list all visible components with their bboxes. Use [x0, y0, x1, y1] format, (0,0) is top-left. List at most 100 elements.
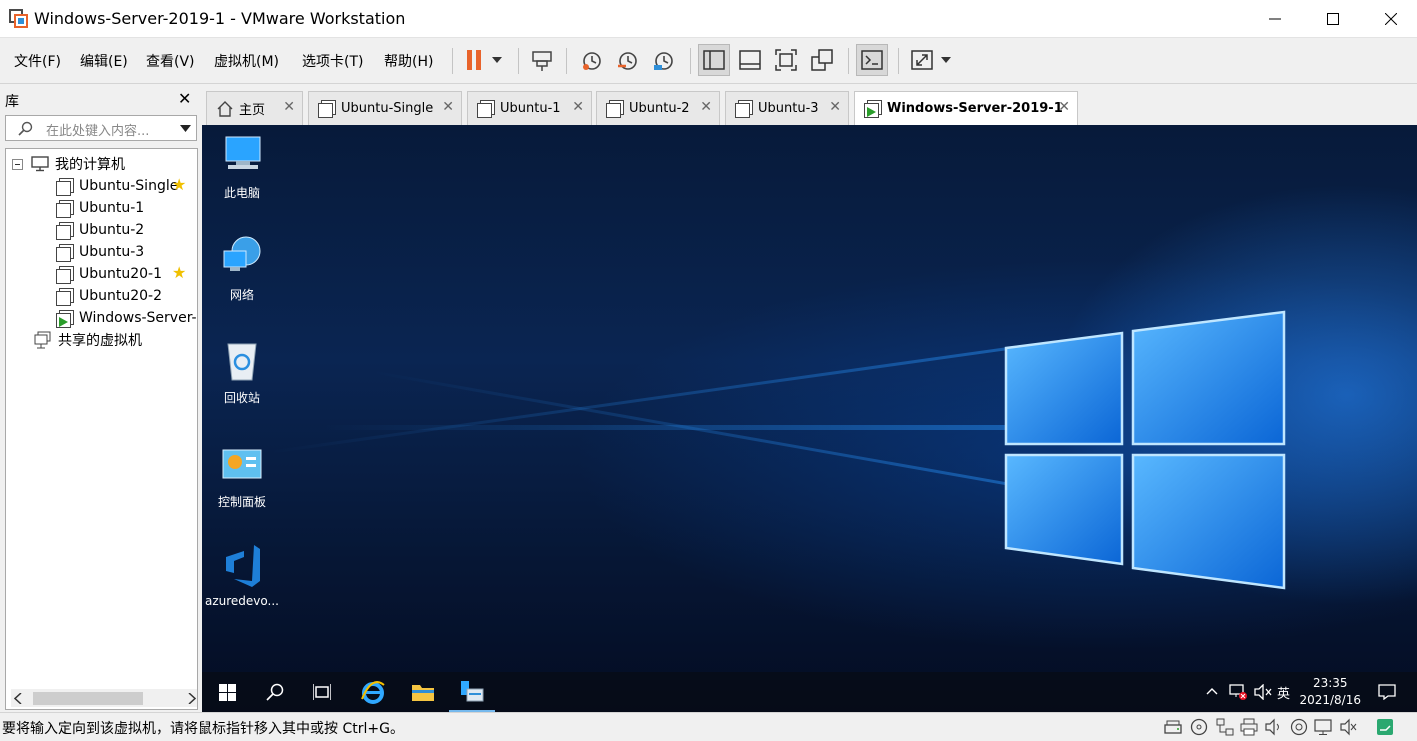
tree-root-label: 我的计算机 [55, 157, 125, 173]
internet-explorer-button[interactable] [350, 672, 396, 712]
vm-icon [477, 100, 495, 118]
notification-icon[interactable] [1378, 684, 1396, 700]
start-button[interactable] [204, 672, 250, 712]
task-view-button[interactable] [299, 672, 345, 712]
vm-console-screen[interactable]: 此电脑 网络 回收站 控制面板 azuredevo... 英 23:35 202… [202, 125, 1417, 712]
menu-help[interactable]: 帮助(H) [384, 51, 433, 71]
cd-dvd-icon[interactable] [1190, 718, 1208, 736]
power-dropdown-button[interactable] [485, 44, 509, 76]
tree-item-vm[interactable]: Ubuntu20-2 [56, 285, 162, 307]
search-button[interactable] [252, 672, 298, 712]
tab-close-icon[interactable]: ✕ [700, 99, 712, 115]
tree-item-vm[interactable]: Ubuntu20-1 [56, 263, 162, 285]
message-log-icon[interactable] [1376, 718, 1394, 736]
desktop-icon-this-pc[interactable]: 此电脑 [202, 133, 282, 201]
full-screen-button[interactable] [770, 44, 802, 76]
take-snapshot-button[interactable] [576, 44, 608, 76]
toolbar-separator [566, 48, 567, 74]
hard-disk-icon[interactable] [1164, 718, 1182, 736]
tab-vm[interactable]: Ubuntu-2 ✕ [596, 91, 720, 125]
tab-vm[interactable]: Ubuntu-1 ✕ [467, 91, 592, 125]
tab-close-icon[interactable]: ✕ [283, 99, 295, 115]
server-manager-button[interactable] [449, 672, 495, 712]
console-icon [861, 50, 883, 70]
recycle-bin-icon [227, 343, 257, 381]
menu-tabs[interactable]: 选项卡(T) [302, 51, 363, 71]
send-ctrl-alt-del-button[interactable] [526, 44, 558, 76]
scrollbar-thumb[interactable] [33, 692, 143, 705]
tree-item-my-computer[interactable]: 我的计算机 [12, 153, 125, 175]
menu-view[interactable]: 查看(V) [146, 51, 195, 71]
tree-item-vm[interactable]: Ubuntu-2 [56, 219, 144, 241]
menu-file[interactable]: 文件(F) [14, 51, 61, 71]
chevron-up-icon[interactable] [1206, 687, 1218, 695]
tab-close-icon[interactable]: ✕ [829, 99, 841, 115]
desktop-icon-network[interactable]: 网络 [202, 235, 282, 303]
tree-item-shared-vms[interactable]: 共享的虚拟机 [34, 329, 142, 351]
tree-item-vm-selected[interactable]: Windows-Server-2019-1 [56, 307, 197, 329]
network-disconnected-icon[interactable] [1229, 684, 1247, 700]
snapshot-revert-icon [618, 52, 637, 70]
shared-vms-icon [34, 331, 51, 349]
volume-muted-icon[interactable] [1254, 684, 1272, 700]
horizontal-scrollbar[interactable] [11, 689, 197, 707]
vm-icon [56, 287, 74, 306]
tab-label: 主页 [239, 103, 266, 118]
printer-icon[interactable] [1240, 718, 1258, 736]
menu-toolbar: 文件(F) 编辑(E) 查看(V) 虚拟机(M) 选项卡(T) 帮助(H) [0, 38, 1417, 84]
home-icon [217, 100, 233, 117]
audio-output-icon[interactable] [1340, 718, 1358, 736]
tree-item-vm[interactable]: Ubuntu-Single [56, 175, 178, 197]
tab-label: Ubuntu-2 [629, 101, 690, 116]
library-close-icon[interactable]: ✕ [178, 89, 191, 108]
ime-indicator[interactable]: 英 [1277, 683, 1290, 702]
search-placeholder: 在此处键入内容... [46, 124, 150, 139]
view-library-icon [703, 50, 725, 70]
chevron-right-icon[interactable] [188, 693, 196, 704]
snapshot-manager-button[interactable] [648, 44, 680, 76]
usb-controller-icon[interactable] [1290, 718, 1308, 736]
desktop-icon-control-panel[interactable]: 控制面板 [202, 442, 282, 510]
tab-home[interactable]: 主页 ✕ [206, 91, 303, 125]
menu-edit[interactable]: 编辑(E) [80, 51, 128, 71]
tab-vm[interactable]: Ubuntu-Single ✕ [308, 91, 462, 125]
toolbar-separator [452, 48, 453, 74]
network-adapter-icon[interactable] [1216, 718, 1234, 736]
minimize-button[interactable] [1252, 0, 1298, 38]
tree-item-vm[interactable]: Ubuntu-3 [56, 241, 144, 263]
clock[interactable]: 23:35 2021/8/16 [1299, 675, 1361, 709]
maximize-button[interactable] [1310, 0, 1356, 38]
vm-icon [735, 100, 753, 118]
snapshot-take-icon [583, 52, 601, 70]
library-search-input[interactable]: 在此处键入内容... [5, 115, 197, 141]
tree-item-vm[interactable]: Ubuntu-1 [56, 197, 144, 219]
chevron-left-icon[interactable] [14, 693, 22, 704]
menu-vm[interactable]: 虚拟机(M) [214, 51, 279, 71]
stretch-icon [911, 50, 933, 70]
collapse-icon[interactable] [12, 158, 23, 170]
title-bar: Windows-Server-2019-1 - VMware Workstati… [0, 0, 1417, 38]
chevron-down-icon[interactable] [180, 125, 191, 132]
unity-button[interactable] [806, 44, 838, 76]
vm-icon [56, 221, 74, 240]
show-thumbnail-bar-button[interactable] [734, 44, 766, 76]
desktop-icon-azure-devops[interactable]: azuredevo... [202, 543, 282, 608]
file-explorer-button[interactable] [400, 672, 446, 712]
tab-close-icon[interactable]: ✕ [1058, 99, 1070, 115]
server-manager-icon [461, 681, 484, 702]
stretch-dropdown-button[interactable] [934, 44, 958, 76]
revert-snapshot-button[interactable] [612, 44, 644, 76]
tab-vm-active[interactable]: Windows-Server-2019-1 ✕ [854, 91, 1078, 125]
tab-close-icon[interactable]: ✕ [442, 99, 454, 115]
library-title: 库 [5, 94, 19, 110]
desktop-icon-recycle-bin[interactable]: 回收站 [202, 338, 282, 406]
tab-vm[interactable]: Ubuntu-3 ✕ [725, 91, 849, 125]
display-icon[interactable] [1314, 718, 1332, 736]
show-library-button[interactable] [698, 44, 730, 76]
console-view-button[interactable] [856, 44, 888, 76]
close-button[interactable] [1368, 0, 1414, 38]
sound-icon[interactable] [1265, 718, 1283, 736]
tab-close-icon[interactable]: ✕ [572, 99, 584, 115]
window-title: Windows-Server-2019-1 - VMware Workstati… [34, 9, 406, 28]
full-screen-icon [775, 49, 797, 71]
